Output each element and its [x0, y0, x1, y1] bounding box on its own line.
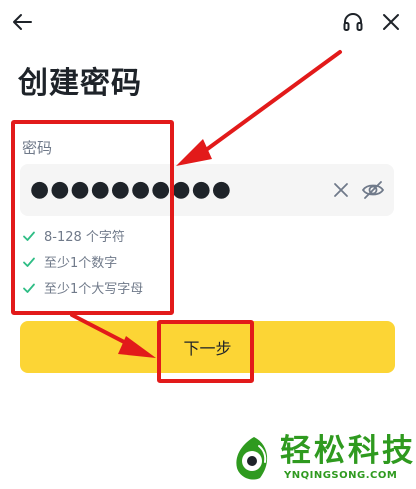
annotation-box-password [11, 120, 174, 315]
back-button[interactable] [8, 8, 36, 36]
watermark: 轻松科技 YNQINGSONG.COM [228, 432, 416, 489]
eye-slash-icon[interactable] [360, 177, 386, 203]
leaf-logo-icon [236, 437, 268, 480]
clear-x-icon[interactable] [330, 179, 352, 201]
annotation-arrow-password [176, 50, 342, 166]
watermark-text: 轻松科技 [280, 433, 416, 469]
page-title: 创建密码 [18, 66, 142, 101]
support-button[interactable] [340, 9, 366, 35]
headset-icon [343, 13, 363, 31]
annotation-box-next [157, 320, 254, 383]
watermark-subtext: YNQINGSONG.COM [284, 470, 398, 481]
arrow-left-icon [13, 14, 32, 30]
close-button[interactable] [378, 9, 404, 35]
close-icon [383, 14, 399, 30]
